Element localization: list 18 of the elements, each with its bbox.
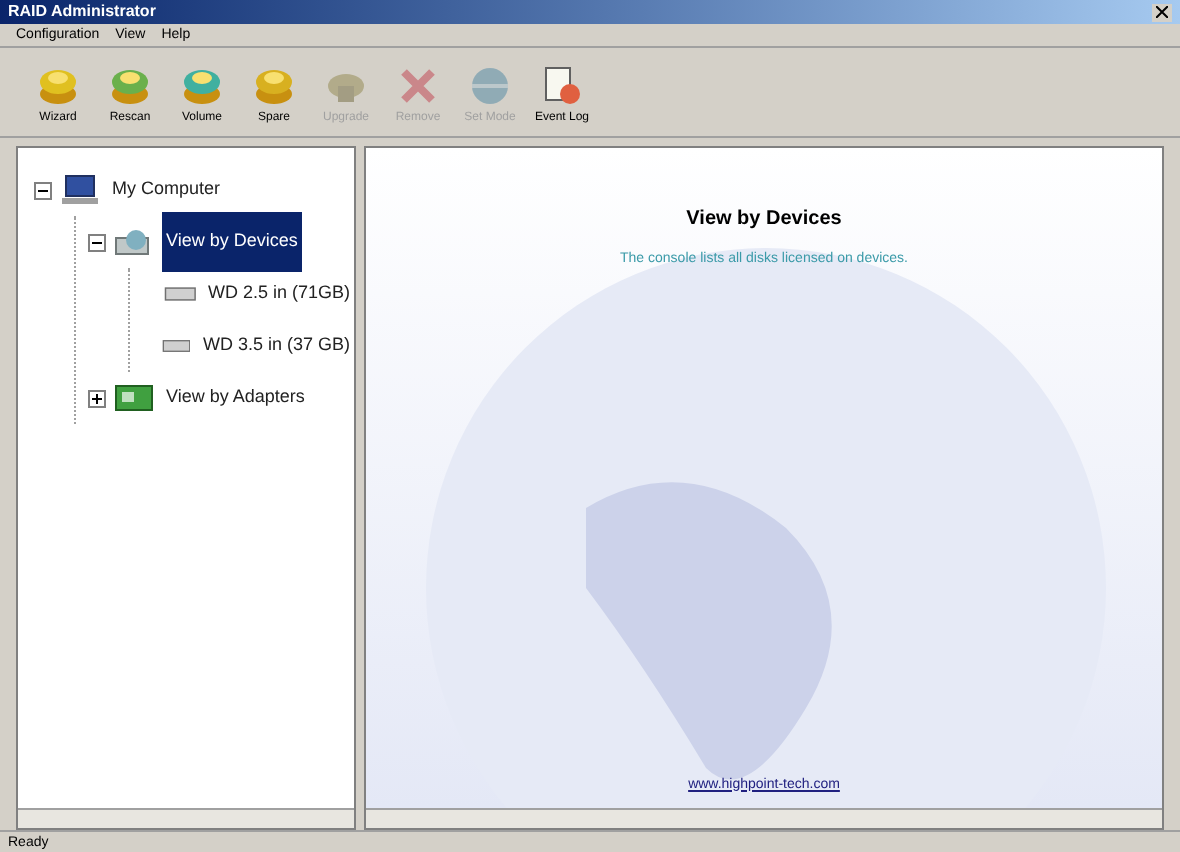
plus-icon [90,391,104,405]
content-title: View by Devices [686,206,842,234]
tree-item[interactable]: WD 3.5 in (37 GB) [198,328,354,364]
window-title: RAID Administrator [8,4,156,20]
close-button[interactable] [1152,3,1172,21]
computer-icon [60,174,100,206]
expand-toggle[interactable] [88,233,106,251]
expand-toggle[interactable] [88,389,106,407]
expand-toggle[interactable] [34,181,52,199]
tree-item[interactable]: View by Adapters [162,380,309,416]
horizontal-scrollbar[interactable] [18,808,354,828]
adapter-card-icon [114,382,154,414]
close-icon [1156,6,1168,18]
horizontal-scrollbar[interactable] [366,808,1162,828]
tree-item[interactable]: My Computer [108,172,225,208]
tree-item[interactable]: WD 2.5 in (71GB) [203,276,354,312]
disk-drive-icon [114,226,154,258]
tree-item[interactable]: View by Devices [162,212,302,272]
